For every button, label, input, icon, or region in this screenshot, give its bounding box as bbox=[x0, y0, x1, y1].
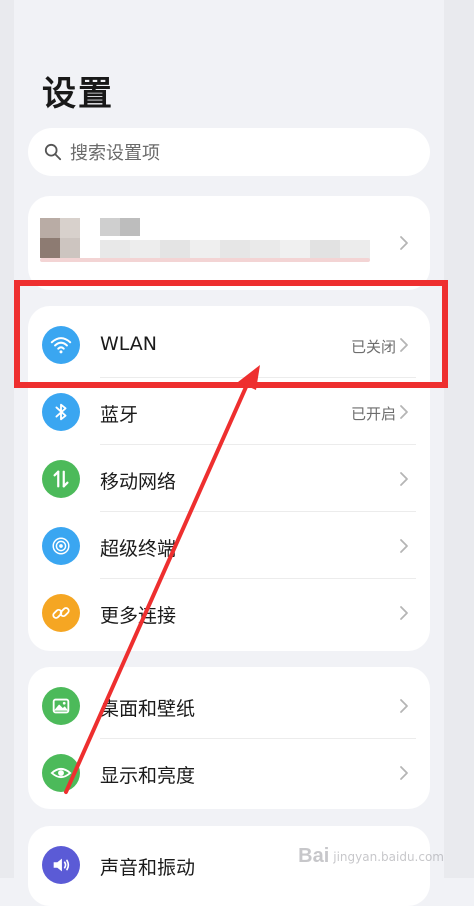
super-device-icon bbox=[42, 527, 80, 565]
bluetooth-status: 已开启 bbox=[350, 405, 396, 423]
mobile-network-row[interactable]: 移动网络 bbox=[28, 445, 430, 512]
search-bar[interactable]: 搜索设置项 bbox=[28, 128, 430, 176]
search-input[interactable]: 搜索设置项 bbox=[70, 139, 160, 165]
account-underline bbox=[40, 258, 370, 262]
chevron-right-icon bbox=[396, 235, 412, 251]
link-icon bbox=[42, 594, 80, 632]
account-info-blurred bbox=[100, 240, 370, 260]
display-card: 桌面和壁纸 显示和亮度 bbox=[28, 667, 430, 809]
avatar bbox=[40, 218, 80, 258]
mobile-network-icon bbox=[42, 460, 80, 498]
speaker-icon bbox=[42, 846, 80, 884]
wallpaper-label: 桌面和壁纸 bbox=[100, 698, 196, 720]
eye-icon bbox=[42, 754, 80, 792]
chevron-right-icon bbox=[396, 471, 412, 487]
bluetooth-row[interactable]: 蓝牙 已开启 bbox=[28, 378, 430, 445]
highlight-box bbox=[14, 280, 448, 388]
display-brightness-row[interactable]: 显示和亮度 bbox=[28, 739, 430, 806]
chevron-right-icon bbox=[396, 698, 412, 714]
wallpaper-icon bbox=[42, 687, 80, 725]
page-title: 设置 bbox=[42, 74, 114, 114]
chevron-right-icon bbox=[396, 765, 412, 781]
right-edge-shade bbox=[444, 0, 474, 878]
watermark-text: jingyan.baidu.com bbox=[333, 849, 444, 864]
account-card[interactable] bbox=[28, 196, 430, 290]
chevron-right-icon bbox=[396, 538, 412, 554]
search-icon bbox=[44, 143, 62, 161]
sound-vibration-label: 声音和振动 bbox=[100, 857, 196, 879]
mobile-network-label: 移动网络 bbox=[100, 471, 177, 493]
watermark: Bai jingyan.baidu.com bbox=[298, 845, 444, 868]
super-device-row[interactable]: 超级终端 bbox=[28, 512, 430, 579]
more-connections-row[interactable]: 更多连接 bbox=[28, 579, 430, 646]
watermark-logo: Bai bbox=[298, 845, 330, 867]
bluetooth-label: 蓝牙 bbox=[100, 404, 139, 426]
account-name-blurred bbox=[100, 218, 140, 236]
wallpaper-row[interactable]: 桌面和壁纸 bbox=[28, 672, 430, 739]
super-device-label: 超级终端 bbox=[100, 538, 177, 560]
chevron-right-icon bbox=[396, 404, 412, 420]
more-connections-label: 更多连接 bbox=[100, 605, 177, 627]
left-edge-shade bbox=[0, 0, 14, 878]
bluetooth-icon bbox=[42, 393, 80, 431]
display-brightness-label: 显示和亮度 bbox=[100, 765, 196, 787]
chevron-right-icon bbox=[396, 605, 412, 621]
